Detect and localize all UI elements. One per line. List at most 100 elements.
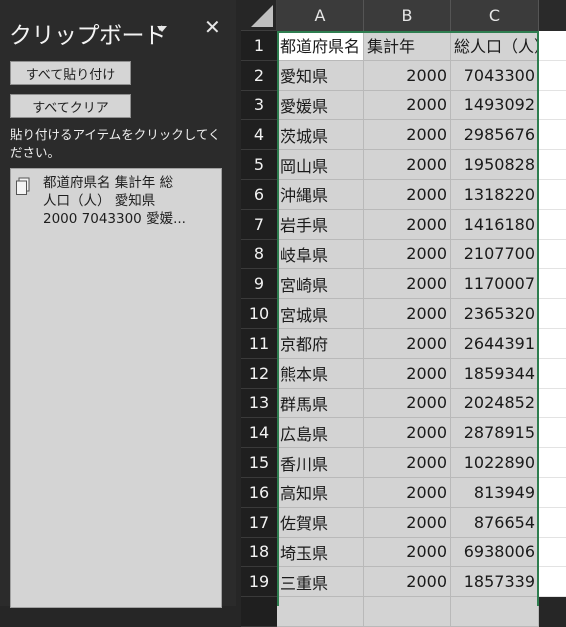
cell-b[interactable]: 2000 [364,388,451,419]
row-header[interactable]: 15 [241,448,277,478]
close-icon[interactable]: ✕ [204,17,221,37]
cell-b[interactable]: 2000 [364,448,451,478]
column-header-a[interactable]: A [277,0,364,31]
cell-d[interactable] [539,507,566,538]
cell-b[interactable]: 2000 [364,329,451,359]
cell-a[interactable]: 岐阜県 [277,239,364,270]
cell-d[interactable] [539,329,566,359]
clear-all-button[interactable]: すべてクリア [10,94,131,118]
cell-d[interactable] [539,180,566,210]
cell-d[interactable] [539,567,566,598]
row-header[interactable]: 3 [241,90,277,121]
row-header[interactable]: 2 [241,60,277,91]
cell-c[interactable]: 2365320 [451,299,539,329]
cell-b[interactable]: 2000 [364,567,451,598]
row-header[interactable]: 6 [241,180,277,210]
cell-d[interactable] [539,31,566,61]
row-header[interactable]: 12 [241,358,277,389]
cell-b[interactable]: 2000 [364,418,451,449]
cell-c[interactable]: 1493092 [451,90,539,121]
cell-c[interactable]: 1950828 [451,150,539,180]
cell-c[interactable]: 1318220 [451,180,539,210]
row-header[interactable]: 5 [241,150,277,180]
cell-d[interactable] [539,537,566,568]
row-header[interactable]: 9 [241,269,277,300]
cell-a[interactable]: 香川県 [277,448,364,478]
cell-a[interactable]: 愛媛県 [277,90,364,121]
row-header[interactable]: 11 [241,329,277,359]
cell-c[interactable]: 2024852 [451,388,539,419]
row-header[interactable]: 14 [241,418,277,449]
paste-all-button[interactable]: すべて貼り付け [10,61,131,85]
row-header[interactable]: 1 [241,31,277,61]
cell-a[interactable]: 広島県 [277,418,364,449]
column-header-c[interactable]: C [451,0,539,31]
cell-a[interactable]: 茨城県 [277,120,364,151]
row-header[interactable]: 16 [241,478,277,508]
select-all-corner[interactable] [241,0,277,31]
cell-c[interactable]: 6938006 [451,537,539,568]
cell-a[interactable]: 宮城県 [277,299,364,329]
cell-c[interactable]: 2878915 [451,418,539,449]
cell-a[interactable]: 岩手県 [277,209,364,240]
cell-d[interactable] [539,388,566,419]
cell-d[interactable] [539,358,566,389]
cell-d[interactable] [539,299,566,329]
cell-c[interactable]: 1022890 [451,448,539,478]
row-header[interactable]: 8 [241,239,277,270]
cell-d[interactable] [539,90,566,121]
cell-a[interactable]: 岡山県 [277,150,364,180]
cell-d[interactable] [539,448,566,478]
cell-partial[interactable] [364,597,451,627]
cell-a[interactable]: 京都府 [277,329,364,359]
cell-b[interactable]: 2000 [364,358,451,389]
row-header[interactable]: 10 [241,299,277,329]
cell-b[interactable]: 2000 [364,239,451,270]
cell-c[interactable]: 2107700 [451,239,539,270]
cell-d[interactable] [539,478,566,508]
cell-b[interactable]: 2000 [364,60,451,91]
cell-partial[interactable] [451,597,539,627]
row-header[interactable]: 17 [241,507,277,538]
cell-b[interactable]: 2000 [364,299,451,329]
cell-c[interactable]: 1170007 [451,269,539,300]
cell-d[interactable] [539,60,566,91]
cell-a[interactable]: 群馬県 [277,388,364,419]
cell-b[interactable]: 2000 [364,269,451,300]
cell-d[interactable] [539,269,566,300]
cell-a[interactable]: 愛知県 [277,60,364,91]
cell-c[interactable]: 7043300 [451,60,539,91]
cell-c[interactable]: 1416180 [451,209,539,240]
cell-partial[interactable] [277,597,364,627]
cell-c[interactable]: 876654 [451,507,539,538]
cell-a[interactable]: 熊本県 [277,358,364,389]
cell-a[interactable]: 三重県 [277,567,364,598]
column-header-d[interactable] [539,0,566,31]
cell-b[interactable]: 集計年 [364,31,451,61]
cell-c[interactable]: 2985676 [451,120,539,151]
cell-c[interactable]: 1857339 [451,567,539,598]
cell-a[interactable]: 沖縄県 [277,180,364,210]
cell-b[interactable]: 2000 [364,90,451,121]
cell-c[interactable]: 2644391 [451,329,539,359]
row-header[interactable]: 19 [241,567,277,598]
cell-b[interactable]: 2000 [364,478,451,508]
clipboard-item[interactable]: 都道府県名 集計年 総 人口（人） 愛知県 2000 7043300 愛媛... [15,174,215,236]
cell-b[interactable]: 2000 [364,150,451,180]
cell-d[interactable] [539,418,566,449]
cell-b[interactable]: 2000 [364,507,451,538]
cell-d[interactable] [539,150,566,180]
cell-c[interactable]: 1859344 [451,358,539,389]
row-header[interactable]: 7 [241,209,277,240]
cell-a[interactable]: 佐賀県 [277,507,364,538]
cell-d[interactable] [539,239,566,270]
cell-b[interactable]: 2000 [364,209,451,240]
cell-a[interactable]: 埼玉県 [277,537,364,568]
row-header[interactable]: 4 [241,120,277,151]
cell-d[interactable] [539,120,566,151]
row-header-partial[interactable] [241,597,277,627]
cell-a[interactable]: 宮崎県 [277,269,364,300]
cell-c[interactable]: 総人口（人） [451,31,539,61]
cell-b[interactable]: 2000 [364,120,451,151]
cell-b[interactable]: 2000 [364,537,451,568]
